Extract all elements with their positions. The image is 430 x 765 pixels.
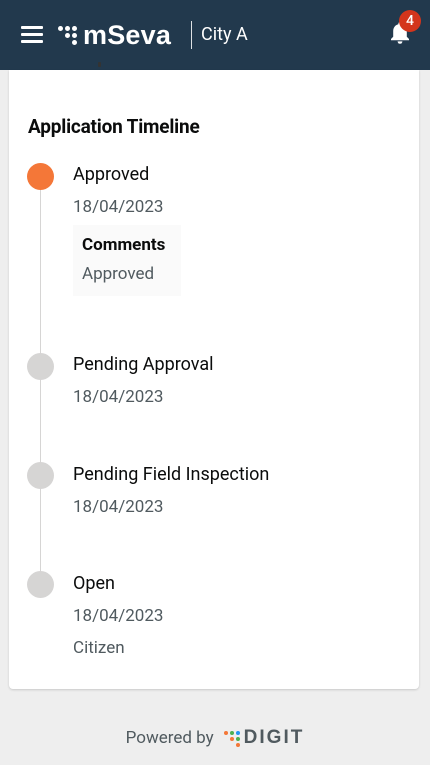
timeline-step-dot — [27, 462, 54, 489]
notification-count-badge[interactable]: 4 — [399, 10, 421, 32]
digit-logo-text: DIGIT — [243, 727, 305, 748]
header-divider — [191, 21, 192, 49]
mseva-logo[interactable]: mSeva — [58, 20, 171, 50]
timeline-step-date: 18/04/2023 — [73, 606, 164, 626]
mseva-logo-mark-icon — [58, 25, 80, 45]
timeline-step-date: 18/04/2023 — [73, 387, 164, 407]
timeline-step-title: Pending Field Inspection — [73, 464, 270, 485]
timeline-step-dot — [27, 571, 54, 598]
top-app-bar: mSeva City A 4 — [0, 0, 430, 70]
timeline-step-title: Open — [73, 573, 115, 594]
timeline-step-active-dot — [27, 163, 54, 190]
timeline-connector-line — [40, 188, 41, 583]
city-name[interactable]: City A — [201, 22, 248, 48]
digit-logo-mark-icon — [223, 730, 240, 747]
timeline-step-dot — [27, 353, 54, 380]
timeline-heading: Application Timeline — [28, 115, 200, 138]
clipped-previous-text — [98, 62, 110, 72]
comments-label: Comments — [82, 235, 166, 255]
footer: Powered by DIGIT — [0, 722, 430, 754]
timeline-card — [9, 70, 419, 689]
timeline-step-title: Pending Approval — [73, 354, 214, 375]
comments-value: Approved — [82, 264, 155, 284]
timeline-step-date: 18/04/2023 — [73, 497, 164, 517]
timeline-step-actor: Citizen — [73, 638, 125, 658]
timeline-step-date: 18/04/2023 — [73, 197, 164, 217]
menu-icon[interactable] — [21, 26, 43, 43]
powered-by-label: Powered by — [125, 728, 214, 748]
brand-name: mSeva — [83, 20, 172, 50]
timeline-step-title: Approved — [73, 164, 150, 185]
